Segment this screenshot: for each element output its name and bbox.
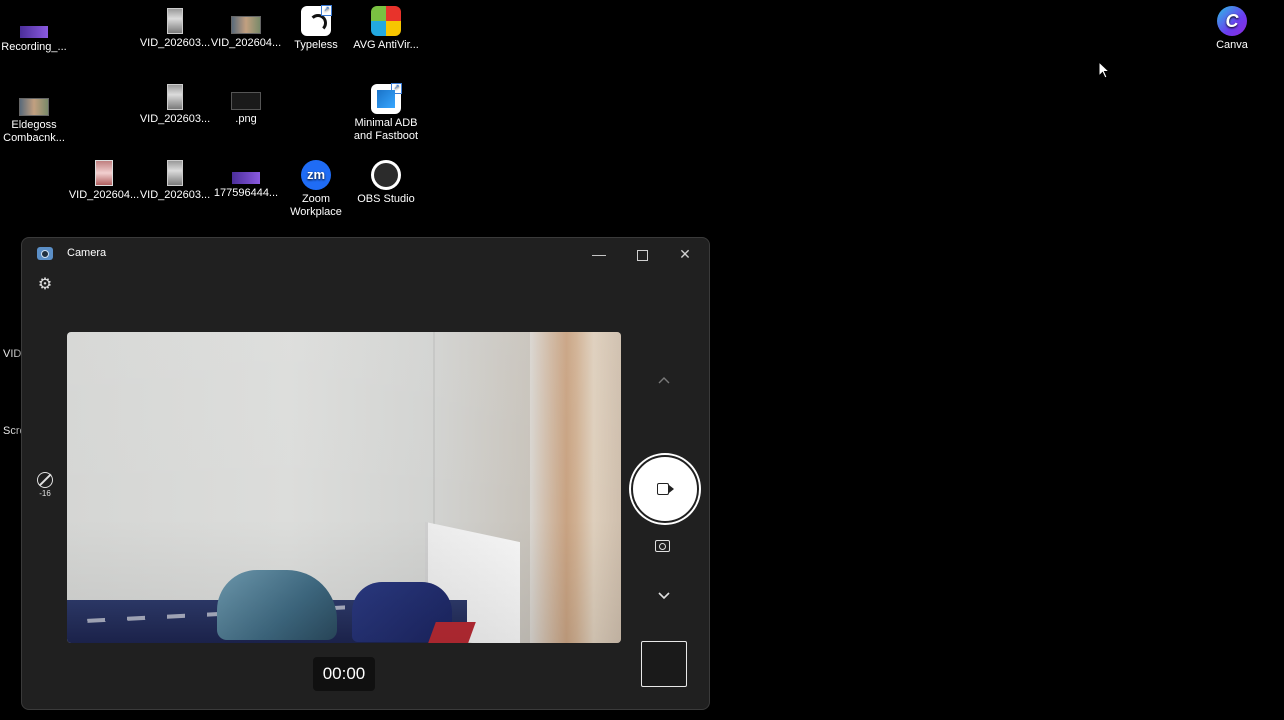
desktop-icon-vid-4[interactable]: VID_202604...	[68, 160, 140, 202]
close-button[interactable]: ✕	[665, 242, 705, 266]
settings-button[interactable]: ⚙	[36, 276, 54, 294]
desktop-icon-label: VID_202604...	[68, 189, 140, 201]
desktop-icon-recording[interactable]: Recording_...	[0, 14, 70, 54]
desktop-icon-label: VID_202603...	[139, 37, 211, 49]
camera-icon	[655, 540, 670, 552]
preview-shading	[67, 332, 621, 643]
desktop-icon-label: Recording_...	[1, 41, 67, 53]
video-thumbnail-icon	[167, 84, 183, 110]
desktop-icon-label: Zoom Workplace	[290, 193, 342, 218]
adb-icon: ↗	[371, 83, 402, 114]
desktop-icon-png[interactable]: .png	[210, 84, 282, 126]
window-title: Camera	[67, 247, 107, 259]
desktop-icon-canva[interactable]: C Canva	[1196, 6, 1268, 52]
close-icon: ✕	[679, 246, 691, 262]
desktop-icon-vid-1[interactable]: VID_202603...	[139, 8, 211, 50]
desktop-icon-eldegoss[interactable]: Eldegoss Combacnk...	[0, 90, 70, 145]
desktop-icon-label: AVG AntiVir...	[353, 39, 419, 51]
desktop-icon-zoom[interactable]: zm Zoom Workplace	[280, 160, 352, 219]
record-video-button[interactable]	[631, 455, 699, 523]
video-thumbnail-icon	[167, 160, 183, 186]
maximize-button[interactable]	[622, 242, 662, 266]
camera-preview	[67, 332, 621, 643]
gallery-thumbnail-button[interactable]	[641, 641, 687, 687]
canva-icon: C	[1217, 6, 1247, 36]
desktop-icon-label: 177596444...	[213, 187, 279, 199]
desktop-icon-label: Canva	[1216, 39, 1248, 51]
image-thumbnail-icon	[19, 98, 49, 116]
exposure-button[interactable]: -16	[35, 472, 55, 498]
video-thumbnail-icon	[95, 160, 113, 186]
video-thumbnail-icon	[231, 16, 261, 34]
mode-up-button[interactable]	[654, 374, 674, 388]
desktop-icon-obs[interactable]: OBS Studio	[350, 160, 422, 206]
camera-app-icon	[37, 247, 53, 260]
video-camera-icon	[657, 483, 669, 495]
shortcut-arrow-icon: ↗	[321, 5, 332, 16]
desktop-icon-avg[interactable]: AVG AntiVir...	[350, 6, 422, 52]
image-thumbnail-icon	[232, 172, 260, 184]
title-bar[interactable]: Camera — ✕	[22, 238, 709, 270]
maximize-icon	[636, 249, 648, 261]
chevron-up-icon	[658, 377, 670, 384]
obs-icon	[371, 160, 401, 190]
desktop-icon-label: Minimal ADB and Fastboot	[353, 117, 419, 142]
desktop-icon-vid-5[interactable]: VID_202603...	[139, 160, 211, 202]
desktop-icon-label: Eldegoss Combacnk...	[3, 119, 65, 144]
desktop-icon-typeless[interactable]: ↗ Typeless	[280, 5, 352, 52]
typeless-app-icon: ↗	[301, 5, 332, 36]
desktop-icon-vid-2[interactable]: VID_202604...	[210, 8, 282, 50]
exposure-icon	[37, 472, 53, 488]
mode-down-button[interactable]	[654, 588, 674, 602]
desktop-icon-177596444[interactable]: 177596444...	[210, 160, 282, 200]
minimize-icon: —	[592, 246, 606, 262]
desktop-icon-minimal-adb[interactable]: ↗ Minimal ADB and Fastboot	[350, 83, 422, 143]
zoom-icon: zm	[301, 160, 331, 190]
desktop-icon-label: VID_202603...	[139, 189, 211, 201]
desktop-icon-label: OBS Studio	[357, 193, 415, 205]
image-thumbnail-icon	[231, 92, 261, 110]
desktop-icon-label: .png	[235, 113, 257, 125]
desktop-icon-label: VID_202604...	[210, 37, 282, 49]
photo-mode-button[interactable]	[653, 537, 673, 553]
camera-window: Camera — ✕ ⚙ -16 00:00	[21, 237, 710, 710]
recording-timer: 00:00	[313, 657, 375, 691]
chevron-down-icon	[658, 592, 670, 600]
minimize-button[interactable]: —	[579, 242, 619, 266]
video-thumbnail-icon	[20, 26, 48, 38]
gear-icon: ⚙	[37, 276, 53, 293]
shortcut-arrow-icon: ↗	[391, 83, 402, 94]
avg-antivirus-icon	[371, 6, 401, 36]
desktop: Recording_... VID_202603... VID_202604..…	[0, 0, 1284, 720]
video-thumbnail-icon	[167, 8, 183, 34]
desktop-icon-vid-3[interactable]: VID_202603...	[139, 84, 211, 126]
desktop-icon-label: Typeless	[294, 39, 338, 51]
desktop-icon-label: VID_202603...	[139, 113, 211, 125]
exposure-value: -16	[39, 489, 51, 498]
